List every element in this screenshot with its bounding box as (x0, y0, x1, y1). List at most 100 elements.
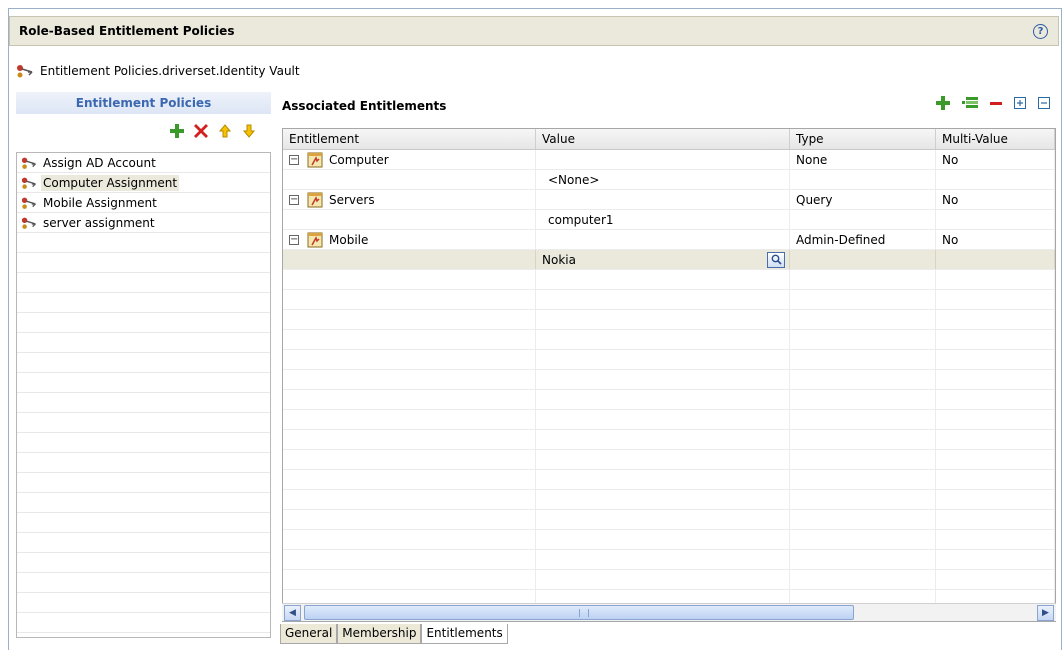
entitlement-cell: − Mobile (283, 230, 536, 249)
value-cell (536, 190, 790, 209)
value-cell (536, 230, 790, 249)
policy-icon (21, 157, 36, 169)
tab-entitlements[interactable]: Entitlements (421, 624, 508, 644)
expand-all-icon[interactable] (1014, 97, 1026, 109)
entitlement-icon (307, 232, 323, 247)
collapse-icon[interactable]: − (289, 154, 299, 165)
empty-row (283, 510, 1055, 530)
entitlements-toolbar (936, 96, 1050, 110)
value-text: <None> (548, 172, 600, 187)
list-item[interactable]: Computer Assignment (17, 173, 270, 193)
policies-toolbar (168, 122, 258, 140)
empty-row (17, 513, 270, 533)
move-down-button[interactable] (240, 122, 258, 140)
empty-row (17, 413, 270, 433)
empty-row (283, 370, 1055, 390)
tab-general[interactable]: General (280, 624, 338, 644)
type-cell (790, 210, 936, 229)
empty-row (283, 570, 1055, 590)
empty-row (17, 253, 270, 273)
column-multi-value[interactable]: Multi-Value (936, 129, 1055, 149)
empty-row (283, 390, 1055, 410)
tab-membership[interactable]: Membership (337, 624, 422, 644)
empty-row (17, 533, 270, 553)
empty-row (283, 290, 1055, 310)
type-cell (790, 250, 936, 269)
entitlement-cell: − Servers (283, 190, 536, 209)
search-icon[interactable] (767, 251, 785, 268)
entitlement-icon (307, 192, 323, 207)
value-text: Nokia (542, 252, 576, 267)
empty-row (283, 550, 1055, 570)
entitlement-policies-header: Entitlement Policies (16, 92, 271, 114)
policies-list[interactable]: Assign AD Account Computer Assignment Mobi… (16, 152, 271, 638)
scroll-right-icon[interactable]: ▶ (1037, 604, 1054, 621)
page-title: Role-Based Entitlement Policies (19, 24, 235, 38)
value-row[interactable]: <None> (283, 170, 1055, 190)
empty-row (283, 450, 1055, 470)
empty-row (17, 573, 270, 593)
multi-value-cell: No (936, 150, 1055, 169)
breadcrumb: Entitlement Policies.driverset.Identity … (16, 62, 300, 80)
add-icon[interactable] (936, 96, 950, 110)
entitlement-cell (283, 250, 536, 269)
multi-value-cell: No (936, 230, 1055, 249)
value-row[interactable]: computer1 (283, 210, 1055, 230)
associated-entitlements-title: Associated Entitlements (282, 99, 447, 113)
column-value[interactable]: Value (536, 129, 790, 149)
empty-row (17, 613, 270, 633)
value-cell[interactable]: computer1 (536, 210, 790, 229)
list-item[interactable]: server assignment (17, 213, 270, 233)
remove-icon[interactable] (990, 96, 1002, 110)
type-cell: Admin-Defined (790, 230, 936, 249)
scroll-thumb[interactable] (304, 605, 854, 620)
add-value-icon[interactable] (962, 96, 978, 110)
move-down-icon (243, 124, 255, 138)
entitlement-name: Computer (329, 152, 389, 167)
collapse-all-icon[interactable] (1038, 97, 1050, 109)
empty-row (283, 430, 1055, 450)
list-item[interactable]: Assign AD Account (17, 153, 270, 173)
value-row[interactable]: Nokia (283, 250, 1055, 270)
entitlement-icon (307, 152, 323, 167)
help-icon[interactable]: ? (1033, 24, 1048, 39)
empty-row (17, 493, 270, 513)
table-body: − Computer None No <None> − Servers Query No comp… (283, 150, 1055, 610)
list-item-label: server assignment (43, 215, 155, 230)
entitlement-row[interactable]: − Mobile Admin-Defined No (283, 230, 1055, 250)
policy-icon (17, 65, 33, 78)
add-policy-button[interactable] (168, 122, 186, 140)
empty-row (17, 553, 270, 573)
empty-row (283, 330, 1055, 350)
entitlements-table[interactable]: Entitlement Value Type Multi-Value − Comp… (282, 128, 1056, 622)
multi-value-cell (936, 170, 1055, 189)
entitlement-name: Mobile (329, 232, 369, 247)
bottom-tabs: General Membership Entitlements (280, 624, 508, 644)
list-item[interactable]: Mobile Assignment (17, 193, 270, 213)
value-cell[interactable]: <None> (536, 170, 790, 189)
move-up-icon (219, 124, 231, 138)
value-cell[interactable]: Nokia (536, 250, 790, 269)
empty-row (283, 310, 1055, 330)
collapse-icon[interactable]: − (289, 194, 299, 205)
entitlement-row[interactable]: − Servers Query No (283, 190, 1055, 210)
empty-row (283, 410, 1055, 430)
entitlement-cell: − Computer (283, 150, 536, 169)
empty-row (17, 293, 270, 313)
column-entitlement[interactable]: Entitlement (283, 129, 536, 149)
move-up-button[interactable] (216, 122, 234, 140)
column-type[interactable]: Type (790, 129, 936, 149)
entitlement-row[interactable]: − Computer None No (283, 150, 1055, 170)
horizontal-scrollbar[interactable]: ◀ ▶ (282, 603, 1056, 621)
value-text: computer1 (548, 212, 614, 227)
empty-row (17, 393, 270, 413)
multi-value-cell (936, 250, 1055, 269)
entitlement-cell (283, 170, 536, 189)
collapse-icon[interactable]: − (289, 234, 299, 245)
list-item-label: Mobile Assignment (43, 195, 157, 210)
scroll-left-icon[interactable]: ◀ (284, 604, 301, 621)
breadcrumb-text: Entitlement Policies.driverset.Identity … (40, 64, 300, 78)
empty-row (17, 313, 270, 333)
type-cell: Query (790, 190, 936, 209)
delete-policy-button[interactable] (192, 122, 210, 140)
